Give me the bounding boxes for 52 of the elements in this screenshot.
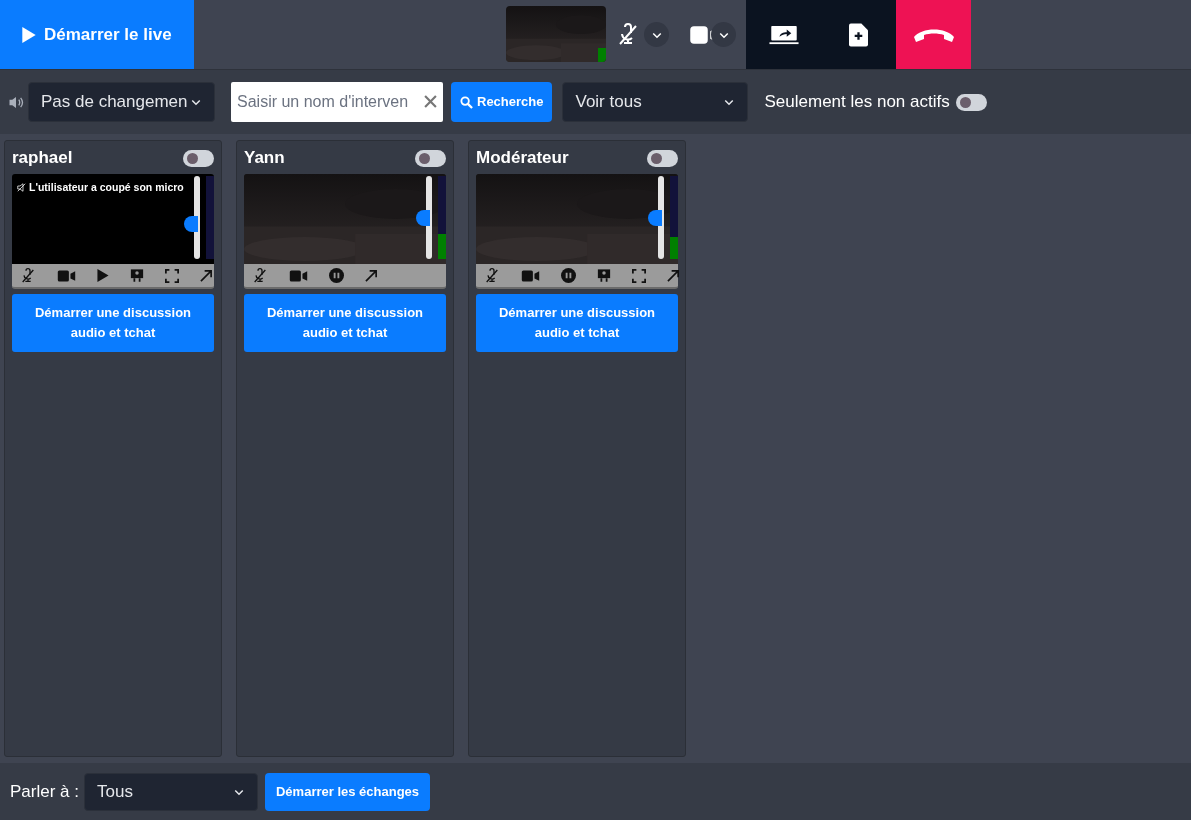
view-select[interactable]: Voir tous (562, 82, 749, 122)
dropdown-toggle[interactable] (644, 22, 669, 47)
volume-slider[interactable] (184, 176, 200, 259)
mic-off-icon[interactable] (616, 22, 640, 47)
pause-icon[interactable] (329, 268, 344, 283)
volume-slider[interactable] (648, 176, 664, 259)
arrow-up-right-icon[interactable] (365, 269, 378, 282)
fullscreen-icon[interactable] (632, 268, 646, 283)
hang-up-button[interactable] (896, 0, 971, 69)
play-icon (22, 26, 36, 43)
search-button[interactable]: Recherche (451, 82, 553, 122)
dropdown-toggle[interactable] (711, 22, 736, 47)
toggle-switch[interactable] (647, 149, 678, 167)
search-field[interactable]: Saisir un nom d'interven (231, 82, 443, 122)
participant-name: Modérateur (476, 147, 569, 170)
mic-off-icon[interactable] (484, 267, 500, 284)
fullscreen-icon[interactable] (165, 268, 179, 283)
toggle-label: Seulement les non actifs (764, 91, 950, 114)
laptop-share-icon (767, 24, 800, 45)
play-icon[interactable] (97, 269, 109, 282)
speaker-icon (8, 95, 24, 109)
mic-off-icon[interactable] (252, 267, 268, 284)
muted-speaker-icon (17, 183, 26, 193)
start-discussion-button[interactable]: Démarrer une discussion audio et tchat (244, 294, 446, 352)
toggle-switch[interactable] (183, 149, 214, 167)
toggle-switch[interactable] (955, 93, 987, 111)
start-discussion-button[interactable]: Démarrer une discussion audio et tchat (12, 294, 214, 352)
pause-icon[interactable] (561, 268, 576, 283)
start-discussion-button[interactable]: Démarrer une discussion audio et tchat (476, 294, 678, 352)
presenter-icon[interactable] (130, 268, 144, 283)
camera-icon[interactable] (289, 268, 308, 283)
participant-name: raphael (12, 147, 73, 170)
search-icon (460, 95, 473, 109)
talk-label: Parler à : (10, 780, 79, 803)
audio-select[interactable]: Pas de changemen (28, 82, 215, 122)
file-plus-icon (849, 22, 868, 47)
start-live-button[interactable]: Démarrer le live (0, 0, 194, 69)
participant-name: Yann (244, 147, 285, 170)
camera-icon[interactable] (521, 268, 540, 283)
mute-notice: L'utilisateur a coupé son micro (29, 180, 184, 195)
presenter-icon[interactable] (597, 268, 611, 283)
mic-off-icon[interactable] (20, 267, 36, 284)
clear-icon[interactable] (424, 95, 437, 108)
slider-thumb[interactable] (184, 216, 198, 233)
start-exchanges-button[interactable]: Démarrer les échanges (265, 772, 431, 811)
arrow-up-right-icon[interactable] (667, 269, 680, 282)
arrow-up-right-icon[interactable] (200, 269, 213, 282)
toggle-switch[interactable] (415, 149, 446, 167)
camera-icon[interactable] (57, 268, 76, 283)
audio-meter (598, 48, 606, 62)
talk-select[interactable]: Tous (84, 772, 258, 811)
volume-slider[interactable] (416, 176, 432, 259)
